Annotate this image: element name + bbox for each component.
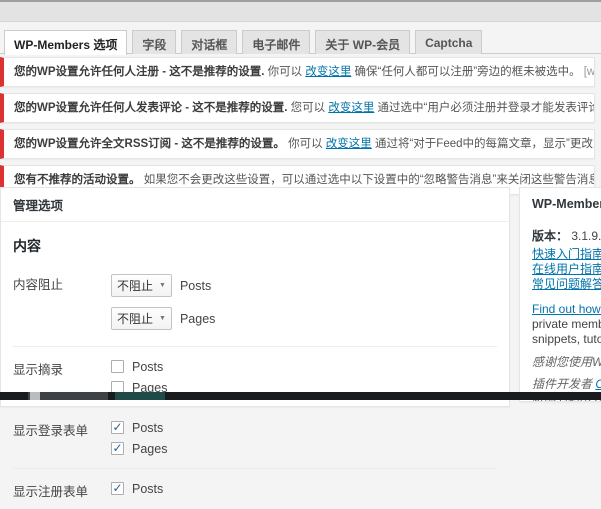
notice-text: 你可以 bbox=[264, 66, 306, 78]
browser-chrome-strip bbox=[0, 0, 601, 22]
warning-notice-registration: 您的WP设置允许任何人注册 - 这不是推荐的设置. 你可以 改变这里 确保“任何… bbox=[0, 57, 595, 87]
block-posts-select[interactable]: 不阻止 ▼ bbox=[111, 274, 172, 297]
field-label: 显示注册表单 bbox=[13, 485, 89, 499]
login-pages-checkbox[interactable]: ✓ bbox=[111, 442, 124, 455]
block-pages-select[interactable]: 不阻止 ▼ bbox=[111, 307, 172, 330]
notice-bold-text: 您的WP设置允许任何人注册 - 这不是推荐的设置. bbox=[14, 66, 265, 78]
tab-wp-members-options[interactable]: WP-Members 选项 bbox=[4, 30, 128, 55]
field-group: ✓ Posts ✓ Pages bbox=[111, 417, 167, 459]
content-block-row: 内容阻止 不阻止 ▼ Posts 不阻止 ▼ Pages bbox=[13, 262, 497, 347]
field-group: ✓ Posts bbox=[111, 478, 163, 500]
manage-options-panel: 管理选项 内容 内容阻止 不阻止 ▼ Posts 不阻止 ▼ Pages 显示摘… bbox=[0, 187, 510, 499]
login-posts-checkbox[interactable]: ✓ bbox=[111, 421, 124, 434]
checkbox-label: Pages bbox=[132, 441, 168, 456]
tab-fields[interactable]: 字段 bbox=[132, 30, 177, 54]
version-row: 版本： 3.1.9.3 bbox=[532, 227, 601, 244]
change-here-link[interactable]: 改变这里 bbox=[328, 102, 374, 114]
promo-text: Find out how to get a private members fo… bbox=[532, 302, 601, 347]
select-caption: Pages bbox=[179, 311, 216, 326]
thanks-text: 感谢您使用WP-Mem bbox=[532, 355, 601, 369]
block-pages-row: 不阻止 ▼ Pages bbox=[111, 307, 215, 330]
developer-label: 插件开发者 bbox=[532, 376, 596, 391]
why-is-this-link[interactable]: [why is this?] bbox=[584, 66, 594, 78]
show-register-form-row: 显示注册表单 ✓ Posts bbox=[13, 469, 497, 509]
notice-bold-text: 您的WP设置允许全文RSS订阅 - 这不是推荐的设置。 bbox=[14, 138, 285, 150]
change-here-link[interactable]: 改变这里 bbox=[305, 66, 351, 78]
block-posts-row: 不阻止 ▼ Posts bbox=[111, 274, 215, 297]
field-group: 不阻止 ▼ Posts 不阻止 ▼ Pages bbox=[111, 271, 215, 337]
warning-notice-rss: 您的WP设置允许全文RSS订阅 - 这不是推荐的设置。 你可以 改变这里 通过将… bbox=[0, 129, 595, 159]
taskbar-app-button[interactable] bbox=[30, 392, 40, 400]
notice-text: 如果您不会更改这些设置，可以通过选中以下设置中的“忽略警告消息”来关闭这些警告消… bbox=[140, 174, 595, 186]
chevron-down-icon: ▼ bbox=[159, 282, 166, 289]
os-taskbar[interactable] bbox=[0, 392, 601, 400]
select-value: 不阻止 bbox=[117, 279, 154, 293]
taskbar-app-button[interactable] bbox=[28, 392, 108, 400]
promo-line: snippets, tutorials, an bbox=[532, 332, 601, 346]
field-label: 显示登录表单 bbox=[13, 424, 89, 438]
checkmark-icon: ✓ bbox=[112, 480, 123, 495]
login-posts-row: ✓ Posts bbox=[111, 417, 167, 438]
tab-about-wp-members[interactable]: 关于 WP-会员 bbox=[315, 30, 411, 54]
panel-title: 管理选项 bbox=[1, 188, 509, 222]
panel-body: 内容 内容阻止 不阻止 ▼ Posts 不阻止 ▼ Pages 显示摘录 Pos… bbox=[1, 236, 509, 509]
excerpt-posts-checkbox[interactable] bbox=[111, 360, 124, 373]
register-posts-row: ✓ Posts bbox=[111, 478, 163, 499]
notice-text: 通过将“对于Feed中的每篇文章，显示”更改为“摘要。 ” bbox=[374, 138, 594, 150]
show-login-form-row: 显示登录表单 ✓ Posts ✓ Pages bbox=[13, 408, 497, 469]
sidebar-links: 快速入门指南 在线用户指南 常见问题解答 bbox=[532, 247, 601, 292]
notice-bold-text: 您有不推荐的活动设置。 bbox=[14, 174, 141, 186]
warning-notice-comments: 您的WP设置允许任何人发表评论 - 这不是推荐的设置. 您可以 改变这里 通过选… bbox=[0, 93, 595, 123]
version-label: 版本： bbox=[532, 229, 569, 243]
notice-text: 您可以 bbox=[287, 102, 329, 114]
developer-link[interactable]: Chad But bbox=[595, 377, 601, 391]
taskbar-app-button[interactable] bbox=[115, 392, 165, 400]
admin-notices: 您的WP设置允许任何人注册 - 这不是推荐的设置. 你可以 改变这里 确保“任何… bbox=[0, 57, 595, 201]
select-value: 不阻止 bbox=[117, 312, 154, 326]
settings-tab-bar: WP-Members 选项 字段 对话框 电子邮件 关于 WP-会员 Captc… bbox=[0, 30, 601, 55]
notice-text: 通过选中“用户必须注册并登录才能发表评论”旁边的复选框. bbox=[377, 102, 594, 114]
change-here-link[interactable]: 改变这里 bbox=[326, 138, 372, 150]
checkmark-icon: ✓ bbox=[112, 440, 123, 455]
checkbox-label: Posts bbox=[132, 481, 164, 496]
excerpt-posts-row: Posts bbox=[111, 356, 167, 377]
online-user-guide-link[interactable]: 在线用户指南 bbox=[532, 262, 601, 277]
faq-link[interactable]: 常见问题解答 bbox=[532, 277, 601, 292]
chevron-down-icon: ▼ bbox=[159, 315, 166, 322]
content-section-heading: 内容 bbox=[13, 238, 41, 254]
quick-start-guide-link[interactable]: 快速入门指南 bbox=[532, 247, 601, 262]
checkbox-label: Posts bbox=[132, 359, 164, 374]
login-pages-row: ✓ Pages bbox=[111, 438, 167, 459]
sidebar-title: WP-Members Infor bbox=[532, 197, 601, 211]
notice-bold-text: 您的WP设置允许任何人发表评论 - 这不是推荐的设置. bbox=[14, 102, 288, 114]
wp-members-info-panel: WP-Members Infor 版本： 3.1.9.3 快速入门指南 在线用户… bbox=[519, 187, 601, 402]
tab-captcha[interactable]: Captcha bbox=[415, 30, 483, 54]
checkmark-icon: ✓ bbox=[112, 419, 123, 434]
register-posts-checkbox[interactable]: ✓ bbox=[111, 482, 124, 495]
notice-text: 你可以 bbox=[284, 138, 326, 150]
checkbox-label: Posts bbox=[132, 420, 164, 435]
notice-text: 确保“任何人都可以注册”旁边的框未被选中。 bbox=[351, 66, 581, 78]
find-out-how-link[interactable]: Find out how to get a bbox=[532, 302, 601, 316]
select-caption: Posts bbox=[179, 278, 212, 293]
promo-line: private members foru bbox=[532, 317, 601, 331]
tab-list: WP-Members 选项 字段 对话框 电子邮件 关于 WP-会员 Captc… bbox=[4, 30, 483, 55]
tab-emails[interactable]: 电子邮件 bbox=[242, 30, 311, 54]
tab-dialogs[interactable]: 对话框 bbox=[181, 30, 238, 54]
field-label: 内容阻止 bbox=[13, 278, 64, 292]
version-value: 3.1.9.3 bbox=[571, 229, 601, 243]
